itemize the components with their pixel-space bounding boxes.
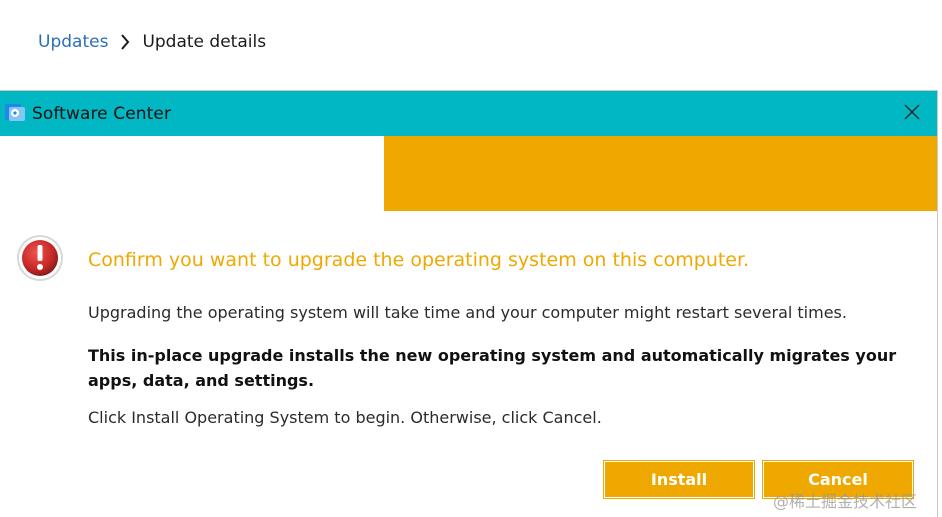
dialog-paragraph-inplace: This in-place upgrade installs the new o… [88,346,897,390]
install-button[interactable]: Install [604,461,754,498]
dialog-titlebar[interactable]: Software Center [0,91,937,136]
software-center-dialog: Software Center Confirm you want to upgr… [0,91,937,517]
chevron-right-icon [120,34,130,50]
software-center-icon [4,102,28,124]
close-button[interactable] [887,91,937,136]
dialog-paragraph-instructions: Click Install Operating System to begin.… [88,408,602,427]
dialog-headline: Confirm you want to upgrade the operatin… [88,249,750,271]
watermark: @稀土掘金技术社区 [773,492,918,511]
page: Updates Update details Software Center C… [0,0,942,517]
breadcrumb: Updates Update details [38,30,266,54]
breadcrumb-current: Update details [142,32,267,52]
close-icon [904,104,920,124]
dialog-paragraph-time: Upgrading the operating system will take… [88,303,847,322]
background-window-edge [937,136,942,517]
dialog-title: Software Center [32,104,172,124]
accent-banner [384,136,937,211]
breadcrumb-updates-link[interactable]: Updates [38,32,108,52]
error-icon [15,233,65,283]
